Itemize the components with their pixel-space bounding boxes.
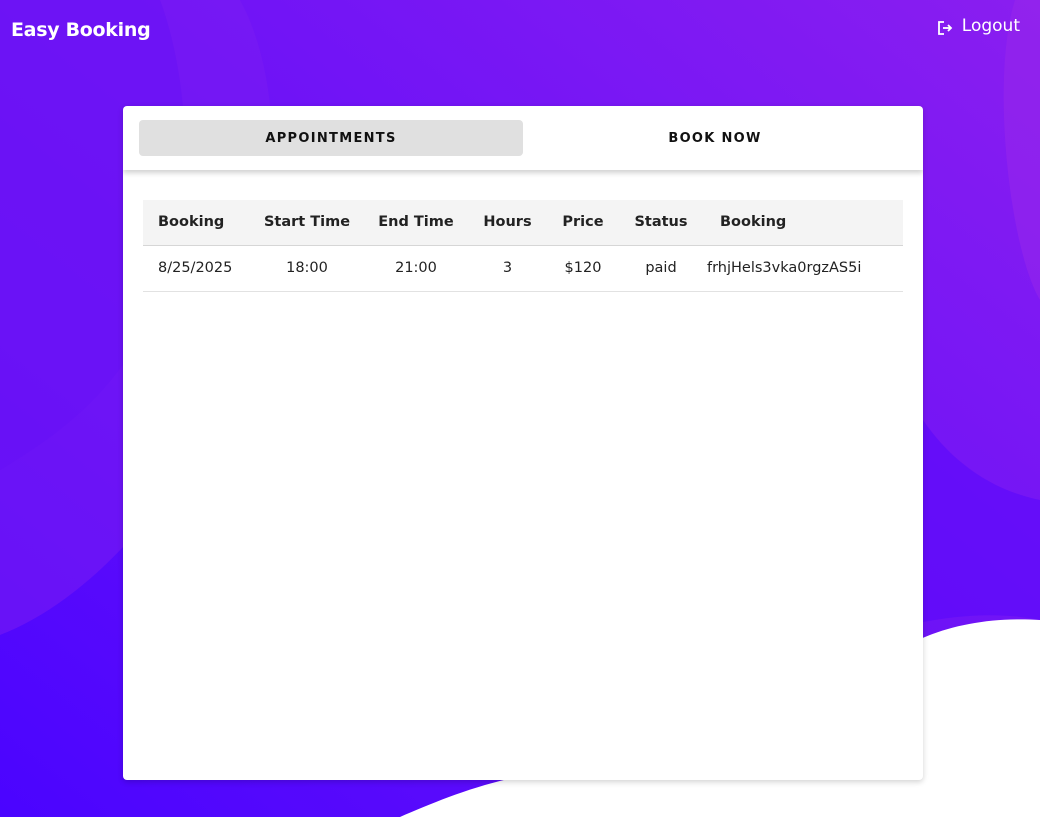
table-header-row: Booking Start Time End Time Hours Price … — [143, 200, 903, 246]
column-header-booking-date[interactable]: Booking — [143, 200, 248, 246]
column-header-hours[interactable]: Hours — [466, 200, 549, 246]
column-header-start-time[interactable]: Start Time — [248, 200, 366, 246]
cell-end-time: 21:00 — [366, 245, 466, 292]
appointments-table-wrap: Booking Start Time End Time Hours Price … — [143, 200, 903, 292]
tab-appointments[interactable]: APPOINTMENTS — [139, 120, 523, 156]
appointments-card: APPOINTMENTS BOOK NOW Booking Start Time… — [123, 106, 923, 780]
column-header-status[interactable]: Status — [617, 200, 705, 246]
table-row[interactable]: 8/25/2025 18:00 21:00 3 $120 paid frhjHe… — [143, 245, 903, 292]
cell-status: paid — [617, 245, 705, 292]
tab-bar: APPOINTMENTS BOOK NOW — [123, 106, 923, 170]
tab-book-now[interactable]: BOOK NOW — [523, 120, 907, 156]
cell-booking-id: frhjHels3vka0rgzAS5i — [705, 245, 903, 292]
cell-price: $120 — [549, 245, 617, 292]
logout-button[interactable]: Logout — [936, 15, 1020, 37]
app-title: Easy Booking — [11, 19, 151, 41]
column-header-booking-id[interactable]: Booking — [705, 200, 903, 246]
column-header-price[interactable]: Price — [549, 200, 617, 246]
cell-start-time: 18:00 — [248, 245, 366, 292]
logout-label: Logout — [961, 16, 1020, 36]
logout-icon — [936, 19, 954, 37]
column-header-end-time[interactable]: End Time — [366, 200, 466, 246]
cell-booking-date: 8/25/2025 — [143, 245, 248, 292]
cell-hours: 3 — [466, 245, 549, 292]
appointments-table: Booking Start Time End Time Hours Price … — [143, 200, 903, 292]
